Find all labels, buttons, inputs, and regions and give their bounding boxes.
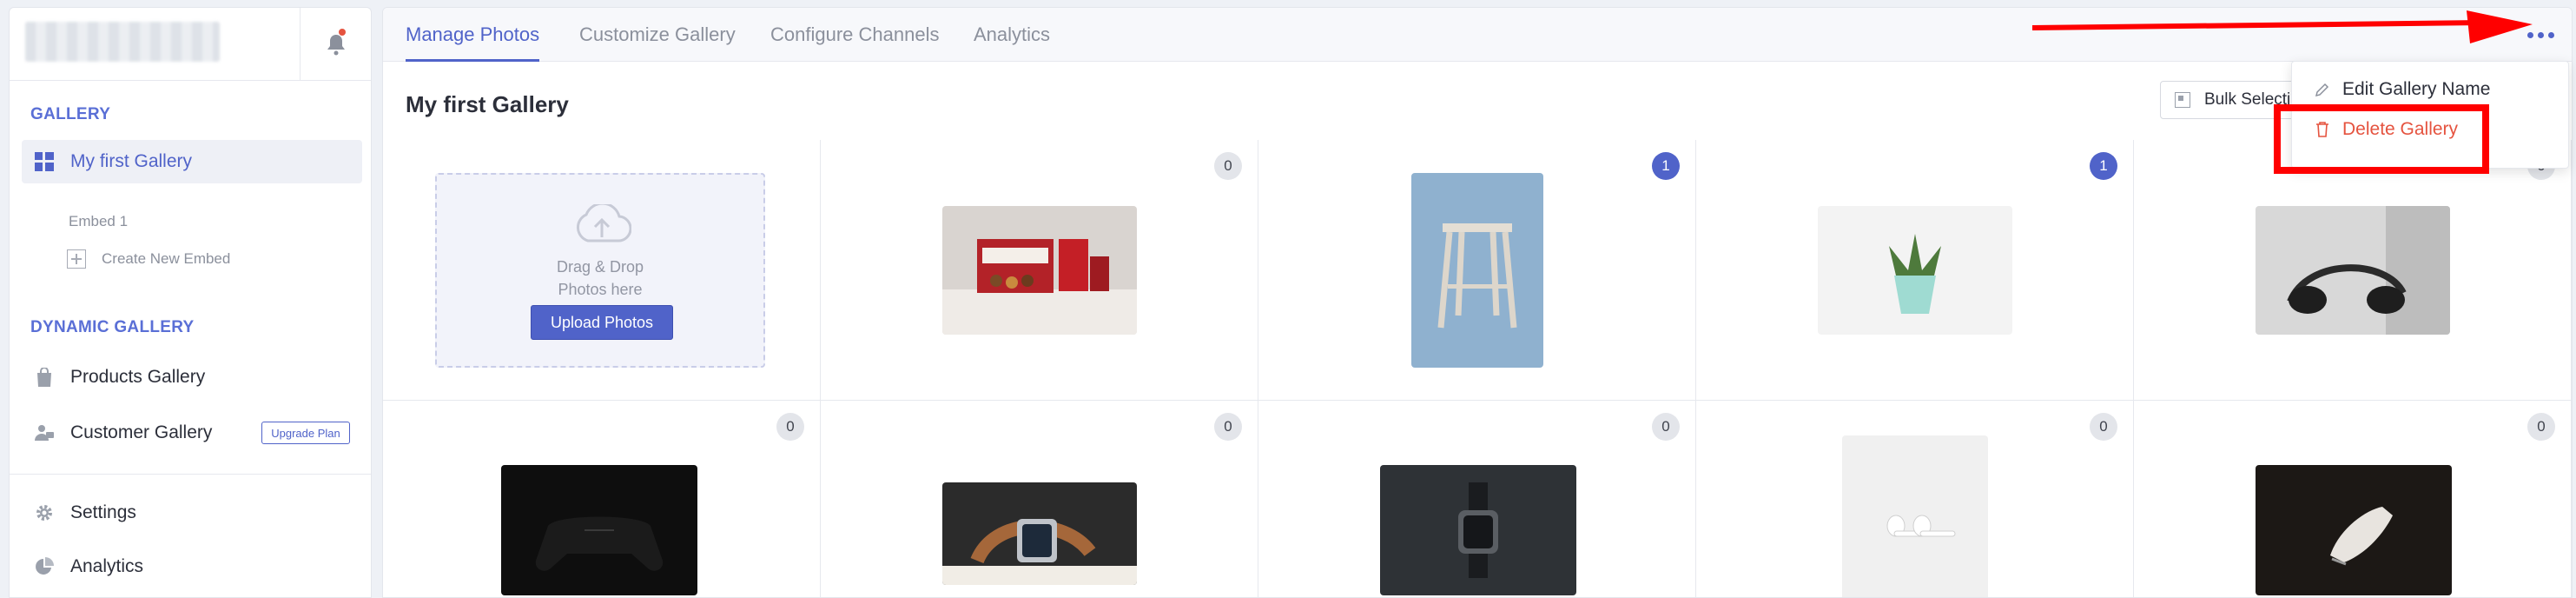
- more-dot: [2547, 31, 2554, 38]
- trash-icon: [2313, 120, 2332, 139]
- more-dot: [2526, 31, 2533, 38]
- app-root: GALLERY My first Gallery Embed 1 Create …: [0, 0, 2576, 598]
- bell-icon: [327, 35, 345, 56]
- photo-thumbnail-succulent: [1818, 206, 2012, 335]
- photo-count-badge: 0: [1214, 152, 1242, 180]
- pencil-icon: [2313, 80, 2332, 99]
- gallery-options-menu: Edit Gallery Name Delete Gallery: [2291, 61, 2569, 169]
- user-camera-icon: [34, 422, 55, 443]
- grid-icon: [34, 151, 55, 172]
- sidebar-header: [10, 8, 371, 81]
- plus-icon: [67, 249, 86, 269]
- photo-count-badge: 1: [2090, 152, 2117, 180]
- upload-photos-button[interactable]: Upload Photos: [531, 305, 673, 340]
- sidebar: GALLERY My first Gallery Embed 1 Create …: [9, 7, 372, 598]
- upgrade-plan-button[interactable]: Upgrade Plan: [261, 422, 350, 444]
- sidebar-item-my-first-gallery[interactable]: My first Gallery: [22, 140, 362, 183]
- photo-thumbnail-watch: [942, 482, 1137, 585]
- more-dot: [2537, 31, 2544, 38]
- photo-thumbnail-stool: [1411, 173, 1543, 368]
- tab-bar: Manage Photos Customize Gallery Configur…: [383, 8, 2572, 62]
- main-panel: Manage Photos Customize Gallery Configur…: [382, 7, 2573, 598]
- upload-cell: Drag & Drop Photos here Upload Photos: [383, 140, 821, 401]
- tab-configure-channels[interactable]: Configure Channels: [770, 8, 939, 62]
- photo-count-badge: 0: [1214, 413, 1242, 441]
- create-new-embed-link[interactable]: Create New Embed: [67, 249, 230, 269]
- shopping-bag-icon: [34, 367, 55, 388]
- photo-count-badge: 0: [776, 413, 804, 441]
- sidebar-item-embed-1[interactable]: Embed 1: [69, 213, 128, 230]
- edit-gallery-name-label: Edit Gallery Name: [2342, 79, 2491, 99]
- sidebar-item-label: Settings: [70, 502, 136, 522]
- sidebar-item-settings[interactable]: Settings: [22, 491, 362, 535]
- account-name-redacted: [25, 22, 220, 62]
- sidebar-divider: [10, 474, 371, 475]
- photo-cell[interactable]: 0: [2134, 401, 2572, 597]
- tab-analytics[interactable]: Analytics: [974, 8, 1050, 62]
- tab-customize-gallery[interactable]: Customize Gallery: [579, 8, 736, 62]
- photo-cell[interactable]: 1: [1696, 140, 2134, 401]
- photo-cell[interactable]: 0: [383, 401, 821, 597]
- photo-cell[interactable]: 1: [1258, 140, 1696, 401]
- photo-cell[interactable]: 0: [821, 401, 1258, 597]
- notifications-button[interactable]: [300, 8, 371, 81]
- photo-thumbnail-headphones: [2256, 206, 2450, 335]
- dropzone-line-1: Drag & Drop: [556, 258, 644, 276]
- photo-cell[interactable]: 0: [2134, 140, 2572, 401]
- photo-thumbnail-controller: [501, 465, 697, 595]
- photo-count-badge: 0: [2527, 413, 2555, 441]
- delete-gallery-item[interactable]: Delete Gallery: [2313, 119, 2458, 140]
- section-title-dynamic-gallery: DYNAMIC GALLERY: [30, 318, 195, 336]
- checkbox-icon: [2175, 92, 2190, 108]
- create-new-embed-label: Create New Embed: [102, 250, 231, 267]
- photo-thumbnail-sneaker: [2256, 465, 2452, 595]
- photo-thumbnail-earbuds: [1842, 435, 1988, 597]
- edit-gallery-name-item[interactable]: Edit Gallery Name: [2313, 79, 2490, 100]
- photo-cell[interactable]: 0: [1258, 401, 1696, 597]
- photo-count-badge: 1: [1652, 152, 1680, 180]
- delete-gallery-label: Delete Gallery: [2342, 119, 2459, 139]
- gear-icon: [34, 502, 55, 523]
- pie-chart-icon: [34, 556, 55, 577]
- sidebar-item-label: Products Gallery: [70, 367, 206, 387]
- cloud-upload-icon: [577, 204, 631, 243]
- photo-cell[interactable]: 0: [1696, 401, 2134, 597]
- sidebar-item-products-gallery[interactable]: Products Gallery: [22, 355, 362, 399]
- section-title-gallery: GALLERY: [30, 105, 111, 123]
- sidebar-item-label: My first Gallery: [70, 151, 193, 171]
- tab-manage-photos[interactable]: Manage Photos: [406, 8, 540, 62]
- page-title: My first Gallery: [406, 91, 569, 117]
- sidebar-item-label: Customer Gallery: [70, 422, 213, 442]
- sidebar-item-label: Analytics: [70, 556, 144, 576]
- photo-count-badge: 0: [1652, 413, 1680, 441]
- sidebar-item-analytics[interactable]: Analytics: [22, 545, 362, 588]
- photo-thumbnail-timbits: [942, 206, 1137, 335]
- photo-thumbnail-watch-dark: [1380, 465, 1576, 595]
- photo-count-badge: 0: [2090, 413, 2117, 441]
- more-options-button[interactable]: [2520, 18, 2561, 51]
- photo-cell[interactable]: 0: [821, 140, 1258, 401]
- upload-dropzone[interactable]: Drag & Drop Photos here Upload Photos: [435, 173, 765, 368]
- notification-dot: [339, 29, 346, 36]
- dropzone-line-2: Photos here: [558, 281, 643, 298]
